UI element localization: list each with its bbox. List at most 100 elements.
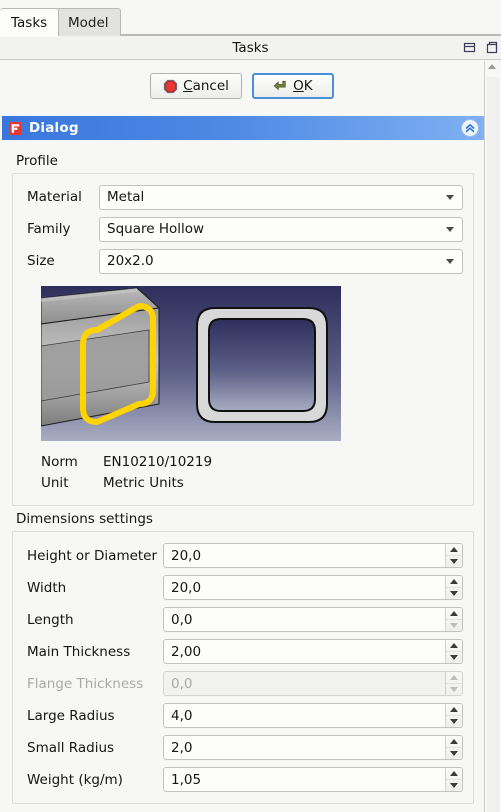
spinner-up-button[interactable]: [446, 640, 462, 652]
size-select[interactable]: 20x2.0: [99, 248, 463, 274]
triangle-down-icon: [450, 558, 458, 564]
spinner-up-button[interactable]: [446, 704, 462, 716]
dimension-row: Flange Thickness 0,0: [27, 670, 463, 697]
unit-label: Unit: [41, 474, 69, 491]
dialog-action-buttons: Cancel OK: [0, 61, 484, 111]
triangle-down-icon: [450, 654, 458, 660]
chevron-down-icon: [446, 227, 454, 232]
chevron-down-icon: [446, 259, 454, 264]
triangle-up-icon: [450, 642, 458, 648]
spinner-down-button[interactable]: [446, 652, 462, 664]
material-row: Material Metal: [27, 184, 463, 210]
spinner-down-button[interactable]: [446, 588, 462, 600]
profile-group: Material Metal Family Square Hollow Size: [12, 173, 474, 506]
dimension-label: Main Thickness: [27, 643, 131, 660]
enter-arrow-icon: [273, 80, 286, 90]
triangle-up-icon: [450, 770, 458, 776]
spinner-up-button[interactable]: [446, 768, 462, 780]
dimension-spinbox[interactable]: 20,0: [163, 575, 463, 600]
material-select[interactable]: Metal: [99, 184, 463, 210]
spinner-up-button[interactable]: [446, 608, 462, 620]
spinner-buttons: [445, 640, 462, 663]
dimension-value: 20,0: [171, 547, 202, 564]
cancel-button[interactable]: Cancel: [150, 73, 242, 99]
dialog-title: Dialog: [29, 120, 79, 136]
dimension-spinbox[interactable]: 20,0: [163, 543, 463, 568]
dimension-value: 2,00: [171, 643, 202, 660]
spinner-buttons: [445, 672, 462, 695]
spinner-down-button[interactable]: [446, 716, 462, 728]
dimension-row: Weight (kg/m) 1,05: [27, 766, 463, 793]
cancel-button-label: Cancel: [183, 78, 229, 94]
freecad-logo-icon: [8, 121, 22, 135]
dimension-spinbox[interactable]: 1,05: [163, 767, 463, 792]
spinner-down-button: [446, 684, 462, 696]
dimension-label: Height or Diameter: [27, 547, 158, 564]
ok-button[interactable]: OK: [251, 73, 334, 99]
dimension-label: Length: [27, 611, 74, 628]
dimension-row: Large Radius 4,0: [27, 702, 463, 729]
scroll-up-arrow-icon[interactable]: [488, 64, 496, 69]
panel-buttons: [462, 40, 499, 55]
scroll-track[interactable]: [487, 77, 499, 812]
family-select[interactable]: Square Hollow: [99, 216, 463, 242]
triangle-down-icon: [450, 718, 458, 724]
dimension-row: Width 20,0: [27, 574, 463, 601]
dimension-label: Large Radius: [27, 707, 115, 724]
triangle-up-icon: [450, 578, 458, 584]
spinner-up-button: [446, 672, 462, 684]
size-label: Size: [27, 253, 55, 269]
triangle-down-icon: [450, 750, 458, 756]
ok-button-label: OK: [293, 78, 313, 94]
material-value: Metal: [107, 189, 145, 205]
profile-preview-image: [41, 286, 341, 441]
dimension-spinbox[interactable]: 2,00: [163, 639, 463, 664]
dimension-spinbox[interactable]: 4,0: [163, 703, 463, 728]
dimension-spinbox[interactable]: 0,0: [163, 607, 463, 632]
dimension-row: Height or Diameter 20,0: [27, 542, 463, 569]
triangle-up-icon: [450, 610, 458, 616]
dimension-spinbox[interactable]: 2,0: [163, 735, 463, 760]
tab-tasks[interactable]: Tasks: [0, 8, 60, 37]
dimension-label: Small Radius: [27, 739, 115, 756]
spinner-up-button[interactable]: [446, 736, 462, 748]
spinner-buttons: [445, 704, 462, 727]
norm-row: Norm EN10210/10219: [41, 451, 463, 472]
family-row: Family Square Hollow: [27, 216, 463, 242]
material-label: Material: [27, 189, 82, 205]
spinner-buttons: [445, 576, 462, 599]
tab-model[interactable]: Model: [56, 8, 121, 36]
float-panel-icon[interactable]: [484, 40, 499, 55]
dimension-value: 2,0: [171, 739, 193, 756]
dimensions-group-label: Dimensions settings: [16, 511, 153, 527]
spinner-down-button[interactable]: [446, 556, 462, 568]
size-row: Size 20x2.0: [27, 248, 463, 274]
family-label: Family: [27, 221, 71, 237]
spinner-up-button[interactable]: [446, 544, 462, 556]
profile-dialog: Dialog Profile Material Metal Family Squ…: [2, 116, 484, 808]
dimension-row: Small Radius 2,0: [27, 734, 463, 761]
panel-title: Tasks: [232, 39, 269, 56]
triangle-down-icon: [450, 622, 458, 628]
stop-icon: [163, 79, 178, 93]
triangle-up-icon: [450, 546, 458, 552]
tasks-panel: Tasks Model Tasks Cancel OK Dialog Profi…: [0, 0, 501, 812]
spinner-up-button[interactable]: [446, 576, 462, 588]
dimension-spinbox: 0,0: [163, 671, 463, 696]
dimension-value: 20,0: [171, 579, 202, 596]
dimension-value: 0,0: [171, 611, 193, 628]
split-panel-icon[interactable]: [462, 40, 477, 55]
spinner-down-button[interactable]: [446, 748, 462, 760]
dialog-header: Dialog: [2, 116, 484, 140]
vertical-scrollbar[interactable]: [484, 61, 501, 812]
dialog-collapse-button[interactable]: [461, 119, 479, 137]
unit-row: Unit Metric Units: [41, 472, 463, 493]
spinner-down-button[interactable]: [446, 780, 462, 792]
dimensions-group: Height or Diameter 20,0 Width 20,0 Length 0,0…: [12, 531, 474, 804]
spinner-buttons: [445, 544, 462, 567]
dimension-label: Width: [27, 579, 67, 596]
double-chevron-up-icon: [465, 124, 475, 133]
panel-title-bar: Tasks: [0, 36, 501, 60]
spinner-down-button: [446, 620, 462, 632]
triangle-down-icon: [450, 782, 458, 788]
